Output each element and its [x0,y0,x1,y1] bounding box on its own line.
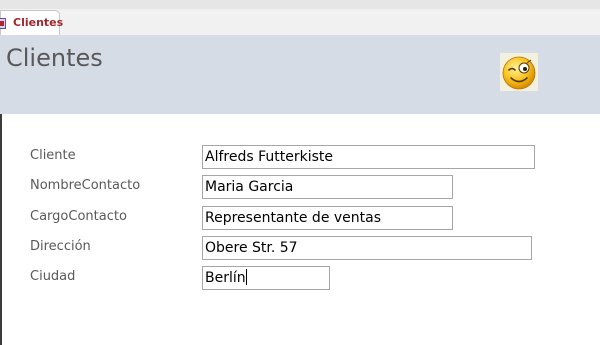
form-icon [0,18,6,29]
tab-strip-top-edge [0,0,600,9]
document-tab-strip: Clientes [0,0,600,35]
label-cliente: Cliente [30,148,76,163]
field-row-nombrecontacto: NombreContacto Maria Garcia [2,175,600,200]
label-ciudad: Ciudad [30,269,76,284]
cliente-field[interactable]: Alfreds Futterkiste [202,145,535,169]
field-row-ciudad: Ciudad Berlín [2,266,600,291]
tab-clientes[interactable]: Clientes [0,10,64,35]
text-caret [245,269,247,285]
label-nombrecontacto: NombreContacto [30,178,141,193]
form-header: Clientes [0,35,600,114]
page-title: Clientes [6,44,103,72]
tab-label: Clientes [13,16,64,29]
cargocontacto-field[interactable]: Representante de ventas [202,206,453,230]
field-row-cliente: Cliente Alfreds Futterkiste [2,145,600,170]
nombrecontacto-field[interactable]: Maria Garcia [202,175,453,199]
label-cargocontacto: CargoContacto [30,209,127,224]
label-direccion: Dirección [30,239,91,254]
form-detail: Cliente Alfreds Futterkiste NombreContac… [0,114,600,345]
ciudad-field[interactable]: Berlín [202,266,330,290]
winking-smiley-icon [500,53,538,91]
field-row-cargocontacto: CargoContacto Representante de ventas [2,206,600,231]
field-row-direccion: Dirección Obere Str. 57 [2,236,600,261]
ciudad-value: Berlín [205,270,246,286]
direccion-field[interactable]: Obere Str. 57 [202,236,532,260]
